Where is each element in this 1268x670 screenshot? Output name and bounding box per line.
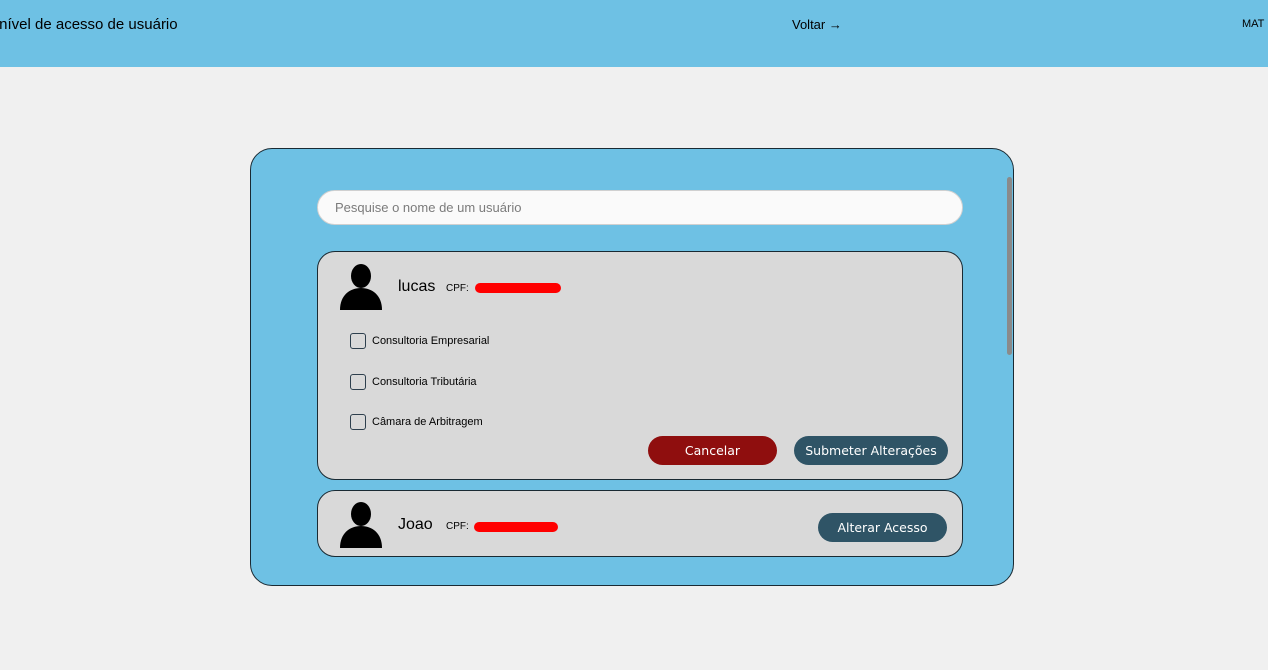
option-label: Câmara de Arbitragem — [372, 416, 483, 428]
checkbox[interactable] — [350, 333, 366, 349]
option-label: Consultoria Empresarial — [372, 335, 490, 347]
user-silhouette-icon — [340, 264, 382, 310]
option-camara-de-arbitragem[interactable]: Câmara de Arbitragem — [350, 412, 483, 432]
checkbox[interactable] — [350, 414, 366, 430]
cpf-redaction — [475, 283, 561, 293]
top-bar: r nível de acesso de usuário Voltar → MA… — [0, 0, 1268, 67]
user-name: Joao — [398, 516, 433, 533]
submit-changes-button[interactable]: Submeter Alterações — [794, 436, 948, 465]
option-consultoria-empresarial[interactable]: Consultoria Empresarial — [350, 331, 489, 351]
user-label: MAT — [1242, 18, 1265, 30]
user-silhouette-icon — [340, 502, 382, 548]
user-card-joao: Joao CPF: Alterar Acesso — [317, 490, 963, 557]
cpf-label: CPF: — [446, 521, 469, 532]
checkbox[interactable] — [350, 374, 366, 390]
page-title: r nível de acesso de usuário — [0, 16, 178, 33]
option-label: Consultoria Tributária — [372, 376, 477, 388]
alter-access-button[interactable]: Alterar Acesso — [818, 513, 947, 542]
scrollbar-thumb[interactable] — [1007, 177, 1012, 355]
search-input[interactable] — [317, 190, 963, 225]
user-name: lucas — [398, 278, 436, 295]
cancel-button[interactable]: Cancelar — [648, 436, 777, 465]
user-card-lucas: lucas CPF: Consultoria Empresarial Consu… — [317, 251, 963, 480]
cpf-label: CPF: — [446, 283, 469, 294]
cpf-redaction — [474, 522, 558, 532]
back-link[interactable]: Voltar → — [792, 17, 842, 32]
user-access-panel: lucas CPF: Consultoria Empresarial Consu… — [250, 148, 1014, 586]
option-consultoria-tributaria[interactable]: Consultoria Tributária — [350, 372, 477, 392]
